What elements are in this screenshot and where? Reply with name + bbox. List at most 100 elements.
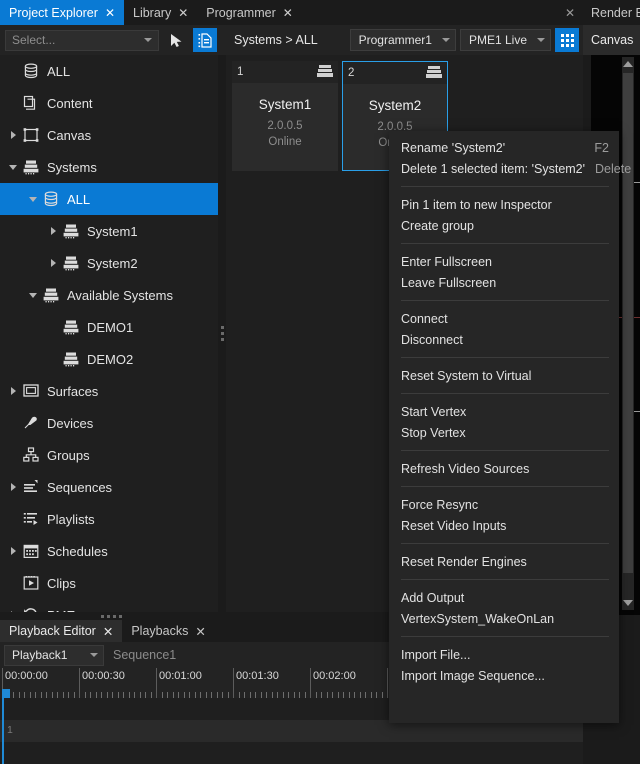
scroll-up-icon[interactable] xyxy=(622,57,634,71)
timeline-track-row[interactable]: 1 xyxy=(0,720,583,742)
menu-item-reset-render-engines[interactable]: Reset Render Engines xyxy=(389,551,619,572)
tree-item-available-systems[interactable]: Available Systems xyxy=(0,279,222,311)
chevron-right-icon[interactable] xyxy=(46,227,60,235)
menu-separator xyxy=(401,243,609,244)
close-icon[interactable]: ✕ xyxy=(178,7,188,19)
tab-playbacks[interactable]: Playbacks ✕ xyxy=(122,620,214,642)
menu-item-pin-1-item-to-new-inspector[interactable]: Pin 1 item to new Inspector xyxy=(389,194,619,215)
menu-item-create-group[interactable]: Create group xyxy=(389,215,619,236)
tree-item-all[interactable]: ALL xyxy=(0,183,222,215)
tree-item-content[interactable]: Content xyxy=(0,87,222,119)
chevron-down-icon[interactable] xyxy=(26,292,40,298)
programmer-select-value: Programmer1 xyxy=(358,33,432,47)
ruler-label-group: 00:02:00 xyxy=(310,668,356,698)
menu-item-enter-fullscreen[interactable]: Enter Fullscreen xyxy=(389,251,619,272)
card-body: System1 2.0.0.5 Online xyxy=(232,83,338,148)
chevron-right-icon[interactable] xyxy=(46,259,60,267)
playlist-icon xyxy=(20,510,42,528)
playhead[interactable] xyxy=(2,698,4,764)
card-status: Online xyxy=(268,136,302,148)
menu-item-label: Create group xyxy=(401,218,474,233)
tree-item-sequences[interactable]: Sequences xyxy=(0,471,222,503)
tree-item-devices[interactable]: Devices xyxy=(0,407,222,439)
film-icon xyxy=(20,574,42,592)
menu-item-stop-vertex[interactable]: Stop Vertex xyxy=(389,422,619,443)
server-icon xyxy=(317,64,333,81)
groups-icon xyxy=(20,446,42,464)
chevron-right-icon[interactable] xyxy=(6,547,20,555)
tree-item-schedules[interactable]: Schedules xyxy=(0,535,222,567)
chevron-down-icon[interactable] xyxy=(26,196,40,202)
menu-item-force-resync[interactable]: Force Resync xyxy=(389,494,619,515)
programmer-select[interactable]: Programmer1 xyxy=(349,29,456,51)
menu-item-label: Reset System to Virtual xyxy=(401,368,532,383)
tree-item-label: Playlists xyxy=(47,511,95,527)
menu-item-add-output[interactable]: Add Output xyxy=(389,587,619,608)
chevron-right-icon[interactable] xyxy=(6,131,20,139)
close-icon[interactable]: ✕ xyxy=(105,7,115,19)
tree-item-system1[interactable]: System1 xyxy=(0,215,222,247)
tree-item-label: System2 xyxy=(87,255,138,271)
tree-item-all[interactable]: ALL xyxy=(0,55,222,87)
close-icon[interactable]: ✕ xyxy=(195,624,205,639)
menu-separator xyxy=(401,450,609,451)
horizontal-splitter[interactable] xyxy=(0,612,222,620)
main-toolbar: Systems > ALL Programmer1 PME1 Live xyxy=(222,25,583,55)
panel-close-icon[interactable]: ✕ xyxy=(557,0,583,25)
tab-project-explorer[interactable]: Project Explorer ✕ xyxy=(0,0,124,25)
tree-item-systems[interactable]: Systems xyxy=(0,151,222,183)
menu-item-disconnect[interactable]: Disconnect xyxy=(389,329,619,350)
tab-render-engine[interactable]: Render E xyxy=(583,0,640,25)
menu-item-reset-system-to-virtual[interactable]: Reset System to Virtual xyxy=(389,365,619,386)
menu-item-label: Leave Fullscreen xyxy=(401,275,497,290)
tree-item-groups[interactable]: Groups xyxy=(0,439,222,471)
menu-item-start-vertex[interactable]: Start Vertex xyxy=(389,401,619,422)
tree-item-label: ALL xyxy=(47,63,71,79)
device-icon xyxy=(20,414,42,432)
pin-selection-icon[interactable] xyxy=(193,28,217,52)
tab-canvas[interactable]: Canvas xyxy=(583,25,640,55)
tree-item-label: Canvas xyxy=(47,127,92,143)
tree-item-system2[interactable]: System2 xyxy=(0,247,222,279)
panel-tabbar: Project Explorer ✕ Library ✕ Programmer … xyxy=(0,0,583,25)
menu-item-import-image-sequence[interactable]: Import Image Sequence... xyxy=(389,665,619,686)
scrollbar-thumb[interactable] xyxy=(623,73,633,573)
menu-item-import-file[interactable]: Import File... xyxy=(389,644,619,665)
tab-programmer[interactable]: Programmer ✕ xyxy=(197,0,302,25)
tree-vertical-scrollbar[interactable] xyxy=(622,57,634,610)
chevron-down-icon[interactable] xyxy=(6,164,20,170)
tree-item-canvas[interactable]: Canvas xyxy=(0,119,222,151)
menu-item-reset-video-inputs[interactable]: Reset Video Inputs xyxy=(389,515,619,536)
search-select-input[interactable]: Select... xyxy=(5,29,159,51)
system-card[interactable]: 1 System1 2.0.0.5 Online xyxy=(232,61,338,171)
tree-item-clips[interactable]: Clips xyxy=(0,567,222,599)
menu-separator xyxy=(401,393,609,394)
tab-library[interactable]: Library ✕ xyxy=(124,0,197,25)
tree-item-playlists[interactable]: Playlists xyxy=(0,503,222,535)
menu-item-leave-fullscreen[interactable]: Leave Fullscreen xyxy=(389,272,619,293)
menu-item-delete-1-selected-item-system2[interactable]: Delete 1 selected item: 'System2' Delete xyxy=(389,158,631,179)
tree-item-demo1[interactable]: DEMO1 xyxy=(0,311,222,343)
tree-item-label: Surfaces xyxy=(47,383,99,399)
ruler-label-group: 00:02:30 xyxy=(387,668,433,698)
tree-item-pmes[interactable]: PMEs xyxy=(0,599,222,612)
playback-select[interactable]: Playback1 xyxy=(4,644,104,666)
tree-item-demo2[interactable]: DEMO2 xyxy=(0,343,222,375)
close-icon[interactable]: ✕ xyxy=(103,624,113,639)
scroll-down-icon[interactable] xyxy=(622,596,634,610)
menu-separator xyxy=(401,186,609,187)
close-icon[interactable]: ✕ xyxy=(283,7,293,19)
chevron-right-icon[interactable] xyxy=(6,483,20,491)
menu-item-refresh-video-sources[interactable]: Refresh Video Sources xyxy=(389,458,619,479)
chevron-right-icon[interactable] xyxy=(6,387,20,395)
tab-playback-editor[interactable]: Playback Editor ✕ xyxy=(0,620,123,642)
menu-item-vertexsystem-wakeonlan[interactable]: VertexSystem_WakeOnLan xyxy=(389,608,619,629)
menu-item-rename-system2[interactable]: Rename 'System2' F2 xyxy=(389,137,619,158)
cursor-arrow-icon[interactable] xyxy=(164,28,188,52)
pme-select[interactable]: PME1 Live xyxy=(459,29,551,51)
playhead-knob[interactable] xyxy=(2,689,10,698)
grid-view-icon[interactable] xyxy=(555,28,579,52)
tree-item-surfaces[interactable]: Surfaces xyxy=(0,375,222,407)
menu-item-connect[interactable]: Connect xyxy=(389,308,619,329)
vertical-splitter[interactable] xyxy=(218,55,226,612)
